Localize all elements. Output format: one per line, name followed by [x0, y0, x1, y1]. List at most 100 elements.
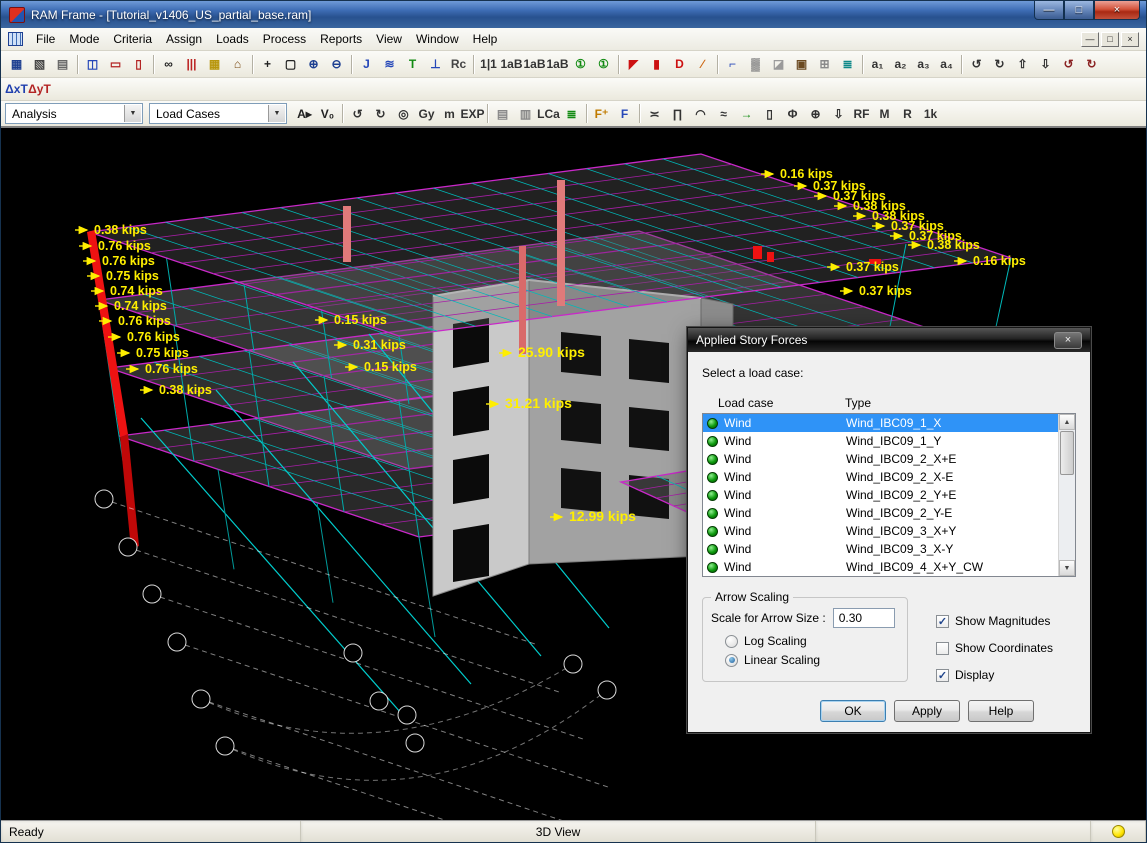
- checkbox-display[interactable]: ✓Display: [936, 668, 1053, 682]
- save-icon[interactable]: ▦: [5, 54, 28, 75]
- chevron-down-icon[interactable]: ▼: [124, 105, 141, 122]
- view-mode-icon[interactable]: V₀: [316, 103, 339, 124]
- node-results-icon[interactable]: ⊕: [804, 103, 827, 124]
- rotate-right-icon[interactable]: ↻: [988, 54, 1011, 75]
- load-combos-icon[interactable]: LCa: [537, 103, 560, 124]
- torsion-icon[interactable]: R: [896, 103, 919, 124]
- member-force-display-icon[interactable]: F: [613, 103, 636, 124]
- scroll-down-icon[interactable]: ▼: [1059, 560, 1075, 576]
- show-columns-red-icon[interactable]: ▮: [645, 54, 668, 75]
- menu-reports[interactable]: Reports: [313, 29, 369, 49]
- menu-criteria[interactable]: Criteria: [106, 29, 159, 49]
- column-diagram-icon[interactable]: ∏: [666, 103, 689, 124]
- view-3d-icon[interactable]: ◫: [81, 54, 104, 75]
- spin-cw-icon[interactable]: ↻: [1080, 54, 1103, 75]
- scrollbar-thumb[interactable]: [1060, 431, 1074, 475]
- label-walls-icon[interactable]: 1aB: [546, 54, 569, 75]
- member-axes-global-icon[interactable]: a₂: [889, 54, 912, 75]
- help-button[interactable]: Help: [968, 700, 1034, 722]
- load-case-row[interactable]: WindWind_IBC09_3_X-Y: [703, 540, 1058, 558]
- load-case-row[interactable]: WindWind_IBC09_2_Y-E: [703, 504, 1058, 522]
- applied-forces-icon[interactable]: F⁺: [590, 103, 613, 124]
- spin-ccw-icon[interactable]: ↺: [1057, 54, 1080, 75]
- scroll-up-icon[interactable]: ▲: [1059, 414, 1075, 430]
- building-view-icon[interactable]: ⌂: [226, 54, 249, 75]
- title-bar[interactable]: RAM Frame - [Tutorial_v1406_US_partial_b…: [1, 1, 1146, 28]
- wave-diagram-icon[interactable]: ≈: [712, 103, 735, 124]
- checkbox-show-magnitudes[interactable]: ✓Show Magnitudes: [936, 614, 1053, 628]
- view-plan-icon[interactable]: ▭: [104, 54, 127, 75]
- member-axes-icon[interactable]: a₁: [866, 54, 889, 75]
- menu-window[interactable]: Window: [409, 29, 466, 49]
- mass-icon[interactable]: m: [438, 103, 461, 124]
- member-offsets-icon[interactable]: a₄: [935, 54, 958, 75]
- show-grid-icon[interactable]: ⊞: [813, 54, 836, 75]
- section-cut-icon[interactable]: ▯: [758, 103, 781, 124]
- mdi-minimize-button[interactable]: —: [1081, 32, 1099, 47]
- chevron-down-icon[interactable]: ▼: [268, 105, 285, 122]
- rotate-left-icon[interactable]: ↺: [965, 54, 988, 75]
- menu-help[interactable]: Help: [466, 29, 505, 49]
- export-icon[interactable]: EXP: [461, 103, 484, 124]
- radio-log-scaling[interactable]: Log Scaling: [725, 634, 899, 648]
- gravity-y-icon[interactable]: Gy: [415, 103, 438, 124]
- show-deck-icon[interactable]: D: [668, 54, 691, 75]
- analyze-icon[interactable]: A▸: [293, 103, 316, 124]
- drift-y-icon[interactable]: ΔyT: [28, 79, 51, 100]
- load-down-icon[interactable]: ⇩: [827, 103, 850, 124]
- member-forces-icon[interactable]: |||: [180, 54, 203, 75]
- pan-icon[interactable]: +: [256, 54, 279, 75]
- menu-loads[interactable]: Loads: [209, 29, 256, 49]
- reactions-icon[interactable]: RF: [850, 103, 873, 124]
- menu-view[interactable]: View: [369, 29, 409, 49]
- label-loads-on-icon[interactable]: ①: [569, 54, 592, 75]
- close-button[interactable]: ×: [1094, 1, 1140, 20]
- rotate-down-icon[interactable]: ⇩: [1034, 54, 1057, 75]
- arc-diagram-icon[interactable]: ◠: [689, 103, 712, 124]
- label-joints-icon[interactable]: 1|1: [477, 54, 500, 75]
- mdi-document-icon[interactable]: [8, 32, 23, 46]
- arrow-scale-input[interactable]: [833, 608, 895, 628]
- dialog-close-button[interactable]: ×: [1054, 332, 1082, 349]
- rotate-up-icon[interactable]: ⇧: [1011, 54, 1034, 75]
- show-beams-icon[interactable]: ⌐: [721, 54, 744, 75]
- dialog-title-bar[interactable]: Applied Story Forces ×: [688, 328, 1090, 352]
- next-mode-icon[interactable]: →: [735, 103, 758, 124]
- load-case-list[interactable]: WindWind_IBC09_1_XWindWind_IBC09_1_YWind…: [702, 413, 1076, 577]
- report-doc-icon[interactable]: ▤: [491, 103, 514, 124]
- applied-story-forces-dialog[interactable]: Applied Story Forces × Select a load cas…: [687, 327, 1091, 733]
- load-case-row[interactable]: WindWind_IBC09_4_X+Y_CW: [703, 558, 1058, 576]
- report-doc-2-icon[interactable]: ▥: [514, 103, 537, 124]
- mdi-close-button[interactable]: ×: [1121, 32, 1139, 47]
- view-elevation-icon[interactable]: ▯: [127, 54, 150, 75]
- menu-file[interactable]: File: [29, 29, 62, 49]
- axes-toggle-icon[interactable]: T: [401, 54, 424, 75]
- load-list-icon[interactable]: ≣: [560, 103, 583, 124]
- dynamic-cw-icon[interactable]: ↻: [369, 103, 392, 124]
- dynamic-ccw-icon[interactable]: ↺: [346, 103, 369, 124]
- load-case-row[interactable]: WindWind_IBC09_2_X+E: [703, 450, 1058, 468]
- surface-loads-icon[interactable]: ≋: [378, 54, 401, 75]
- load-case-row[interactable]: WindWind_IBC09_3_X+Y: [703, 522, 1058, 540]
- member-releases-icon[interactable]: a₃: [912, 54, 935, 75]
- show-walls-icon[interactable]: ◤: [622, 54, 645, 75]
- tables-icon[interactable]: ▦: [203, 54, 226, 75]
- print-icon[interactable]: ▧: [28, 54, 51, 75]
- show-slabs-icon[interactable]: ▣: [790, 54, 813, 75]
- radio-linear-scaling[interactable]: Linear Scaling: [725, 653, 899, 667]
- menu-mode[interactable]: Mode: [62, 29, 106, 49]
- unit-kip-icon[interactable]: 1k: [919, 103, 942, 124]
- zoom-window-icon[interactable]: ▢: [279, 54, 302, 75]
- load-case-row[interactable]: WindWind_IBC09_1_X: [703, 414, 1058, 432]
- viewport-3d[interactable]: 0.38 kips0.76 kips0.76 kips0.75 kips0.74…: [1, 128, 1146, 820]
- show-wall-panels-icon[interactable]: ▓: [744, 54, 767, 75]
- show-openings-icon[interactable]: ∕: [691, 54, 714, 75]
- load-case-row[interactable]: WindWind_IBC09_2_Y+E: [703, 486, 1058, 504]
- load-case-row[interactable]: WindWind_IBC09_1_Y: [703, 432, 1058, 450]
- print-preview-icon[interactable]: ▤: [51, 54, 74, 75]
- rigid-links-icon[interactable]: Rc: [447, 54, 470, 75]
- rotation-phi-icon[interactable]: Φ: [781, 103, 804, 124]
- moments-icon[interactable]: M: [873, 103, 896, 124]
- global-axes-icon[interactable]: ◎: [392, 103, 415, 124]
- show-list-icon[interactable]: ≣: [836, 54, 859, 75]
